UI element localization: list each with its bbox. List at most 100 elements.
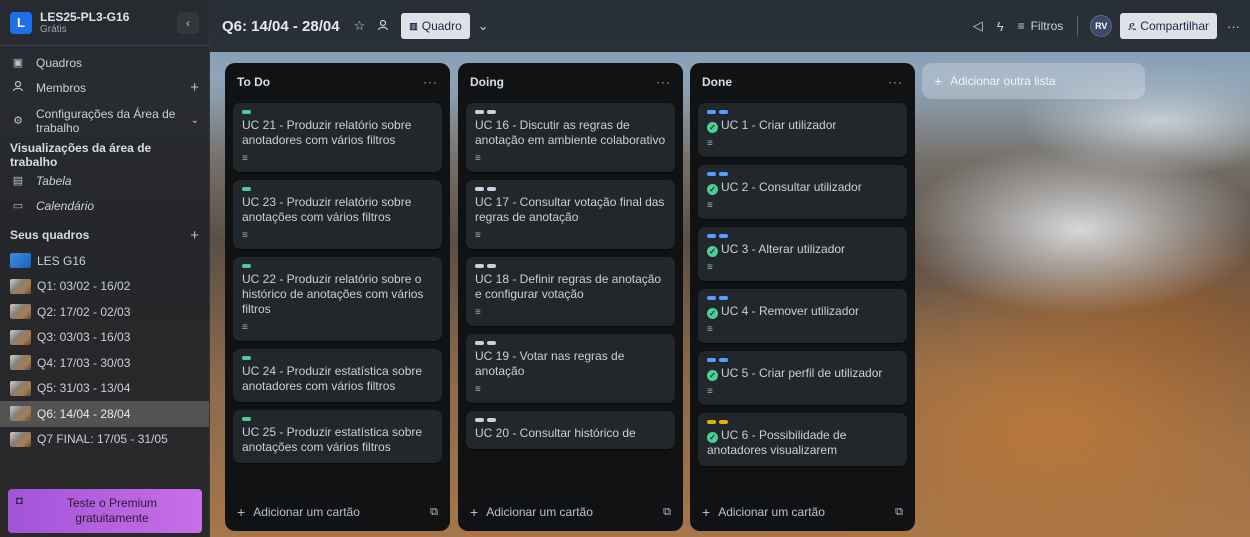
add-card-button[interactable]: + Adicionar um cartão ⧉ xyxy=(458,493,683,531)
sidebar-item-label: Calendário xyxy=(36,198,95,213)
card[interactable]: ✓ UC 2 - Consultar utilizador ≡ xyxy=(698,165,907,219)
sidebar-board-q2[interactable]: Q2: 17/02 - 02/03 xyxy=(0,299,209,325)
card[interactable]: ✓ UC 6 - Possibilidade de anotadores visu… xyxy=(698,413,907,466)
board-icon: ▣ xyxy=(12,57,24,69)
label-gray xyxy=(475,187,484,191)
card[interactable]: UC 25 - Produzir estatística sobre anota… xyxy=(233,410,442,463)
sidebar-board-q5[interactable]: Q5: 31/03 - 13/04 xyxy=(0,376,209,402)
more-icon[interactable]: ··· xyxy=(1227,19,1240,34)
add-board-button[interactable]: + xyxy=(190,227,199,244)
board-label: LES G16 xyxy=(37,253,86,268)
sidebar-item-settings[interactable]: ⚙ Configurações da Área de trabalho ⌄ xyxy=(0,100,209,142)
boards-section-title: Seus quadros + xyxy=(0,222,209,248)
workspace-info: LES25-PL3-G16 Grátis xyxy=(40,10,129,35)
workspace-header[interactable]: L LES25-PL3-G16 Grátis ‹ xyxy=(0,0,209,46)
card-labels xyxy=(475,264,666,268)
list-header[interactable]: Done ··· xyxy=(690,63,915,101)
collapse-sidebar-button[interactable]: ‹ xyxy=(177,11,199,34)
card-labels xyxy=(707,358,898,362)
list-todo: To Do ··· UC 21 - Produzir relatório sob… xyxy=(225,63,450,531)
check-icon[interactable]: ✓ xyxy=(707,246,718,257)
board-label: Q4: 17/03 - 30/03 xyxy=(37,355,131,370)
sidebar-board-q6[interactable]: Q6: 14/04 - 28/04 xyxy=(0,401,209,427)
card[interactable]: UC 16 - Discutir as regras de anotação e… xyxy=(466,103,675,172)
sidebar-item-table-view[interactable]: ▤ Tabela xyxy=(0,168,209,193)
card-container: UC 21 - Produzir relatório sobre anotado… xyxy=(233,103,442,491)
check-icon[interactable]: ✓ xyxy=(707,184,718,195)
try-premium-button[interactable]: ◘ Teste o Premium gratuitamente xyxy=(8,489,202,533)
label-blue xyxy=(719,234,728,238)
list-menu-icon[interactable]: ··· xyxy=(888,75,903,89)
card[interactable]: ✓ UC 5 - Criar perfil de utilizador ≡ xyxy=(698,351,907,405)
card[interactable]: UC 17 - Consultar votação final das regr… xyxy=(466,180,675,249)
sidebar-board-q4[interactable]: Q4: 17/03 - 30/03 xyxy=(0,350,209,376)
chevron-down-icon[interactable]: ⌄ xyxy=(478,18,489,34)
filter-icon: ≡ xyxy=(1017,19,1025,33)
board-view-button[interactable]: ▥ Quadro xyxy=(401,13,470,39)
card[interactable]: UC 24 - Produzir estatística sobre anota… xyxy=(233,349,442,402)
card-labels xyxy=(707,234,898,238)
sidebar-item-members[interactable]: Membros + xyxy=(0,75,209,100)
card-title-row: ✓ UC 4 - Remover utilizador xyxy=(707,304,898,319)
card-title: UC 17 - Consultar votação final das regr… xyxy=(475,195,665,224)
description-icon: ≡ xyxy=(242,153,248,164)
avatar[interactable]: RV xyxy=(1090,15,1113,37)
description-icon: ≡ xyxy=(475,307,481,318)
card[interactable]: UC 22 - Produzir relatório sobre o histó… xyxy=(233,257,442,341)
share-label: Compartilhar xyxy=(1140,19,1209,33)
card[interactable]: UC 20 - Consultar histórico de xyxy=(466,411,675,449)
template-icon[interactable]: ⧉ xyxy=(895,506,903,519)
card-title: UC 16 - Discutir as regras de anotação e… xyxy=(475,118,666,147)
list-menu-icon[interactable]: ··· xyxy=(656,75,671,89)
sidebar-item-boards[interactable]: ▣ Quadros xyxy=(0,50,209,75)
add-card-button[interactable]: + Adicionar um cartão ⧉ xyxy=(225,493,450,531)
visibility-icon[interactable] xyxy=(377,19,389,34)
card-title: UC 24 - Produzir estatística sobre anota… xyxy=(242,364,423,393)
card[interactable]: UC 19 - Votar nas regras de anotação ≡ xyxy=(466,334,675,403)
check-icon[interactable]: ✓ xyxy=(707,308,718,319)
label-gray xyxy=(487,418,496,422)
sidebar-board-les-g16[interactable]: LES G16 xyxy=(0,248,209,274)
sidebar-item-calendar-view[interactable]: ▭ Calendário xyxy=(0,193,209,218)
check-icon[interactable]: ✓ xyxy=(707,432,718,443)
sidebar-board-q1[interactable]: Q1: 03/02 - 16/02 xyxy=(0,274,209,300)
card-title-row: ✓ UC 6 - Possibilidade de anotadores visu… xyxy=(707,428,898,458)
check-icon[interactable]: ✓ xyxy=(707,122,718,133)
add-member-button[interactable]: + xyxy=(190,79,199,96)
check-icon[interactable]: ✓ xyxy=(707,370,718,381)
share-button[interactable]: ዴ Compartilhar xyxy=(1120,13,1217,39)
table-icon: ▤ xyxy=(12,175,24,187)
card[interactable]: UC 23 - Produzir relatório sobre anotaçõ… xyxy=(233,180,442,249)
label-blue xyxy=(707,358,716,362)
sidebar-board-q7[interactable]: Q7 FINAL: 17/05 - 31/05 xyxy=(0,427,209,453)
card[interactable]: ✓ UC 4 - Remover utilizador ≡ xyxy=(698,289,907,343)
sidebar-board-q3[interactable]: Q3: 03/03 - 16/03 xyxy=(0,325,209,351)
card[interactable]: ✓ UC 3 - Alterar utilizador ≡ xyxy=(698,227,907,281)
list-menu-icon[interactable]: ··· xyxy=(423,75,438,89)
filters-button[interactable]: ≡ Filtros xyxy=(1018,19,1064,33)
send-icon[interactable]: ◁ xyxy=(973,18,983,34)
template-icon[interactable]: ⧉ xyxy=(430,506,438,519)
sidebar-item-label: Tabela xyxy=(36,173,72,188)
card-container: ✓ UC 1 - Criar utilizador ≡ ✓ UC 2 - Consu… xyxy=(698,103,907,491)
add-card-button[interactable]: + Adicionar um cartão ⧉ xyxy=(690,493,915,531)
card[interactable]: ✓ UC 1 - Criar utilizador ≡ xyxy=(698,103,907,157)
plus-icon: + xyxy=(470,504,479,520)
add-list-button[interactable]: + Adicionar outra lista xyxy=(922,63,1145,99)
chevron-down-icon: ⌄ xyxy=(190,115,199,126)
template-icon[interactable]: ⧉ xyxy=(663,506,671,519)
board-title[interactable]: Q6: 14/04 - 28/04 xyxy=(222,18,340,35)
list-header[interactable]: Doing ··· xyxy=(458,63,683,101)
list-header[interactable]: To Do ··· xyxy=(225,63,450,101)
lightning-icon[interactable]: ϟ xyxy=(997,19,1004,34)
boards-list: LES G16 Q1: 03/02 - 16/02 Q2: 17/02 - 02… xyxy=(0,248,209,452)
card[interactable]: UC 18 - Definir regras de anotação e con… xyxy=(466,257,675,326)
board-thumbnail xyxy=(10,380,31,396)
star-icon[interactable]: ☆ xyxy=(354,18,366,34)
label-gray xyxy=(487,187,496,191)
card-title: UC 21 - Produzir relatório sobre anotado… xyxy=(242,118,412,147)
premium-label: Teste o Premium gratuitamente xyxy=(66,496,158,525)
description-icon: ≡ xyxy=(242,322,248,333)
card[interactable]: UC 21 - Produzir relatório sobre anotado… xyxy=(233,103,442,172)
views-section-title: Visualizações da área de trabalho xyxy=(10,141,152,169)
